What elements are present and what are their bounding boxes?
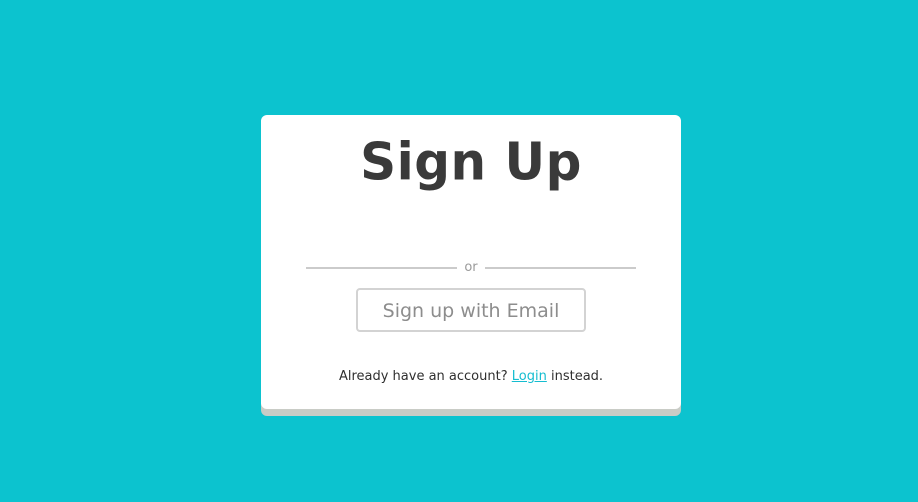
login-prompt-prefix: Already have an account? (338, 369, 508, 384)
login-prompt: Already have an account? Login instead. (261, 369, 681, 385)
sign-up-with-email-button[interactable]: Sign up with Email (356, 288, 586, 332)
page-title: Sign Up (360, 132, 582, 192)
signup-page: Sign Up or Sign up with Email Already ha… (0, 0, 918, 502)
or-divider: or (306, 261, 636, 275)
signup-card: Sign Up or Sign up with Email Already ha… (261, 115, 681, 409)
login-prompt-suffix: instead. (550, 369, 604, 384)
divider-line-left (306, 267, 458, 269)
divider-line-right (484, 267, 636, 269)
divider-text: or (464, 260, 478, 275)
login-link[interactable]: Login (512, 369, 547, 384)
